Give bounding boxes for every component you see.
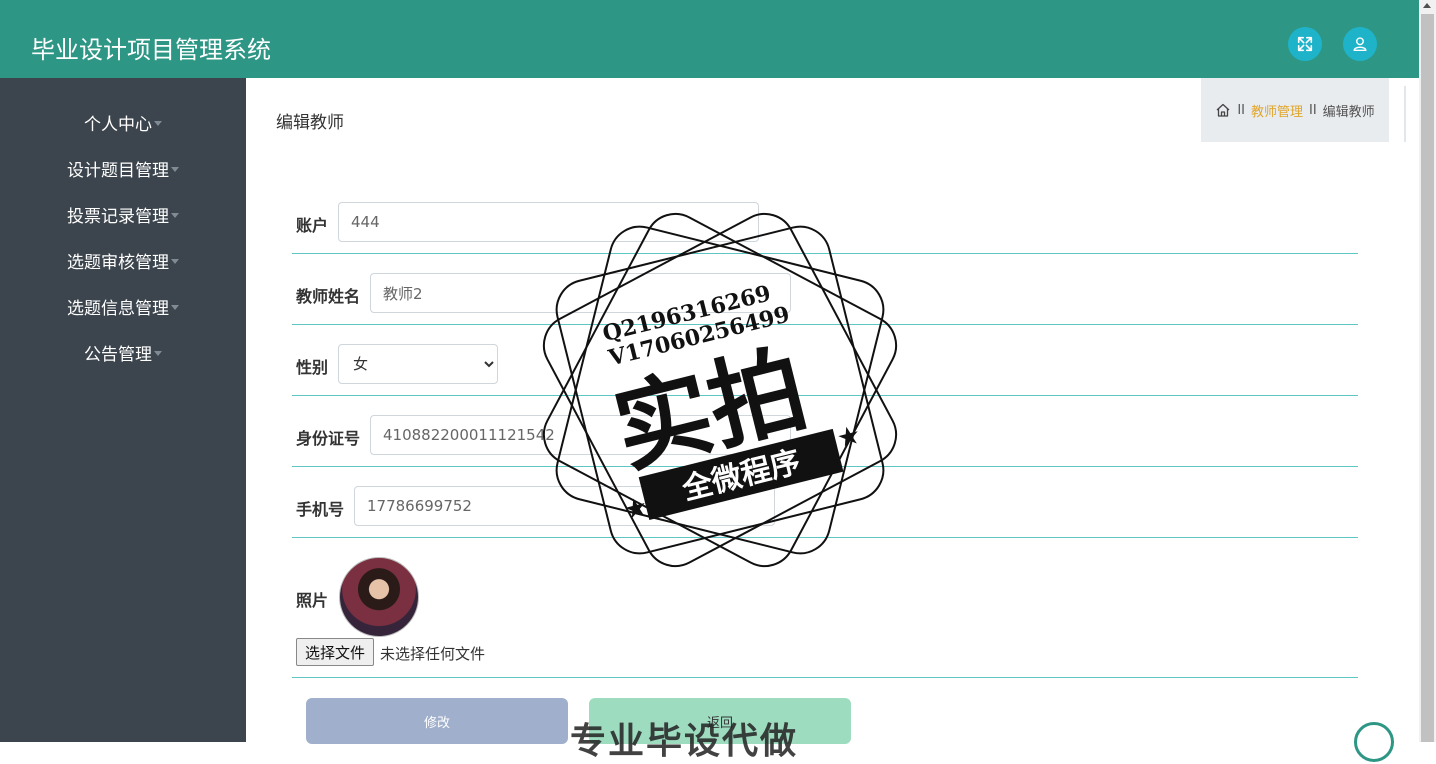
sidebar-item-label: 选题审核管理	[67, 252, 169, 273]
gender-select[interactable]: 女	[338, 344, 498, 384]
choose-file-button[interactable]: 选择文件	[296, 638, 375, 666]
sidebar-item-topic-review[interactable]: 选题审核管理	[0, 242, 246, 278]
photo-label: 照片	[296, 591, 329, 610]
gender-label: 性别	[296, 358, 329, 377]
main-content: 编辑教师 II 教师管理 II 编辑教师 账户 教师姓名 性别 女 身份证号 手…	[246, 78, 1419, 744]
sidebar-item-label: 设计题目管理	[67, 160, 169, 181]
sidebar-item-label: 公告管理	[84, 344, 152, 365]
caret-down-icon	[171, 212, 179, 218]
scrollbar-thumb[interactable]	[1421, 14, 1434, 742]
breadcrumb-current: 编辑教师	[1322, 104, 1375, 120]
breadcrumb-separator: II	[1309, 102, 1317, 118]
home-icon[interactable]	[1215, 102, 1231, 118]
sidebar-item-label: 选题信息管理	[67, 298, 169, 319]
sidebar-item-label: 投票记录管理	[67, 206, 169, 227]
phone-label: 手机号	[296, 500, 345, 519]
back-to-top-button[interactable]	[1354, 722, 1394, 762]
form-row-idcard: 身份证号	[292, 395, 1358, 467]
sidebar-item-label: 个人中心	[84, 114, 152, 135]
sidebar-item-personal-center[interactable]: 个人中心	[0, 104, 246, 140]
caret-down-icon	[154, 350, 162, 356]
top-bar: 毕业设计项目管理系统	[0, 0, 1419, 78]
caret-down-icon	[154, 120, 162, 126]
form-row-gender: 性别 女	[292, 324, 1358, 396]
form-row-phone: 手机号	[292, 466, 1358, 538]
watermark-bottom-text: 专业毕设代做	[570, 721, 799, 762]
fullscreen-button[interactable]	[1288, 27, 1322, 61]
phone-input[interactable]	[354, 486, 775, 526]
idcard-input[interactable]	[370, 415, 791, 455]
idcard-label: 身份证号	[296, 429, 361, 448]
submit-button[interactable]: 修改	[306, 698, 568, 744]
sidebar-item-announcements[interactable]: 公告管理	[0, 334, 246, 370]
user-button[interactable]	[1343, 27, 1377, 61]
breadcrumb-edge	[1404, 86, 1406, 142]
breadcrumb-teacher-management[interactable]: 教师管理	[1251, 101, 1303, 120]
account-label: 账户	[296, 216, 329, 235]
teacher-name-input[interactable]	[370, 273, 791, 313]
breadcrumb: II 教师管理 II 编辑教师	[1201, 78, 1389, 142]
sidebar-item-topic-management[interactable]: 设计题目管理	[0, 150, 246, 186]
form-row-photo: 照片 选择文件 未选择任何文件	[292, 537, 1358, 678]
caret-down-icon	[171, 166, 179, 172]
sidebar: 个人中心 设计题目管理 投票记录管理 选题审核管理 选题信息管理 公告管理	[0, 78, 246, 742]
app-title: 毕业设计项目管理系统	[31, 36, 271, 64]
teacher-photo	[339, 557, 419, 637]
teacher-name-label: 教师姓名	[296, 287, 361, 306]
user-icon	[1353, 37, 1367, 52]
no-file-text: 未选择任何文件	[380, 645, 486, 663]
form-row-teacher-name: 教师姓名	[292, 253, 1358, 325]
account-input[interactable]	[338, 202, 759, 242]
page-title: 编辑教师	[276, 113, 344, 133]
caret-down-icon	[171, 258, 179, 264]
sidebar-item-topic-info[interactable]: 选题信息管理	[0, 288, 246, 324]
sidebar-item-vote-records[interactable]: 投票记录管理	[0, 196, 246, 232]
expand-icon	[1297, 36, 1313, 52]
form-row-account: 账户	[292, 182, 1358, 254]
caret-down-icon	[171, 304, 179, 310]
breadcrumb-separator: II	[1237, 102, 1245, 118]
scroll-up-arrow-icon[interactable]	[1423, 3, 1431, 8]
